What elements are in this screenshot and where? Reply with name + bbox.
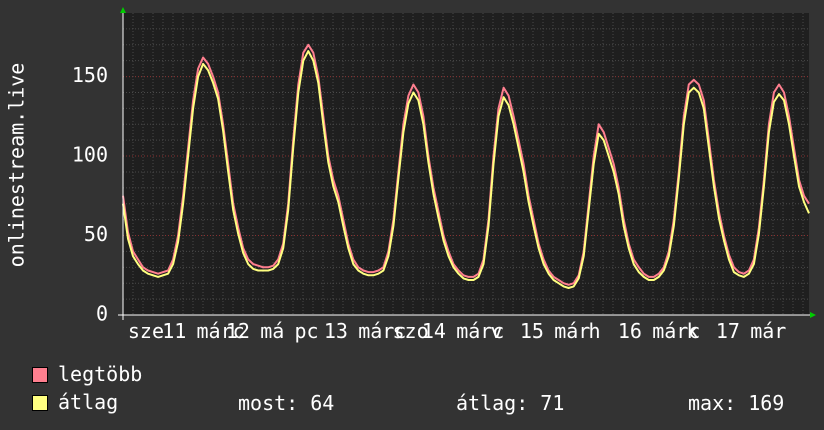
y-tick-label: 100 xyxy=(72,143,108,167)
x-tick-label: 16 xyxy=(618,319,642,343)
x-tick-label: 13 xyxy=(324,319,348,343)
x-tick-label: 14 xyxy=(422,319,446,343)
x-tick-label: 15 xyxy=(520,319,544,343)
x-tick-labels: sze11 márc12 má pc 13 márcszo14 márcv 15 márh 16 m… xyxy=(128,319,786,343)
y-tick-label: 150 xyxy=(72,63,108,87)
plot-area xyxy=(123,13,809,315)
x-tick-label: pc xyxy=(295,319,319,343)
y-tick-labels: 0 50 100 150 xyxy=(72,63,108,325)
legend-avg-swatch xyxy=(32,395,48,411)
stat-now: most: 64 xyxy=(238,391,335,415)
x-tick-label: 11 xyxy=(162,319,186,343)
y-axis-arrow xyxy=(120,7,126,13)
legend-max-label: legtöbb xyxy=(58,362,143,386)
x-tick-label: már xyxy=(554,319,590,343)
x-tick-label: 12 xyxy=(226,319,250,343)
y-tick-label: 0 xyxy=(96,302,108,326)
y-axis-label: onlinestream.live xyxy=(5,63,29,268)
x-tick-label: v xyxy=(491,319,503,343)
stat-avg: átlag: 71 xyxy=(456,391,565,415)
legend-avg-label: átlag xyxy=(58,390,119,414)
x-axis-arrow xyxy=(810,312,816,318)
stat-max: max: 169 xyxy=(688,391,785,415)
legend-max-swatch xyxy=(32,367,48,383)
x-tick-label: 17 xyxy=(716,319,740,343)
x-tick-label: már xyxy=(750,319,786,343)
x-tick-label: h xyxy=(589,319,601,343)
x-tick-label: má xyxy=(260,319,284,343)
y-tick-label: 50 xyxy=(84,222,108,246)
traffic-chart: 050100150 sze11 márc12 má pc 13 márcszo14 márc… xyxy=(5,7,816,343)
x-tick-label: sze xyxy=(128,319,164,343)
x-tick-label: k xyxy=(687,319,699,343)
